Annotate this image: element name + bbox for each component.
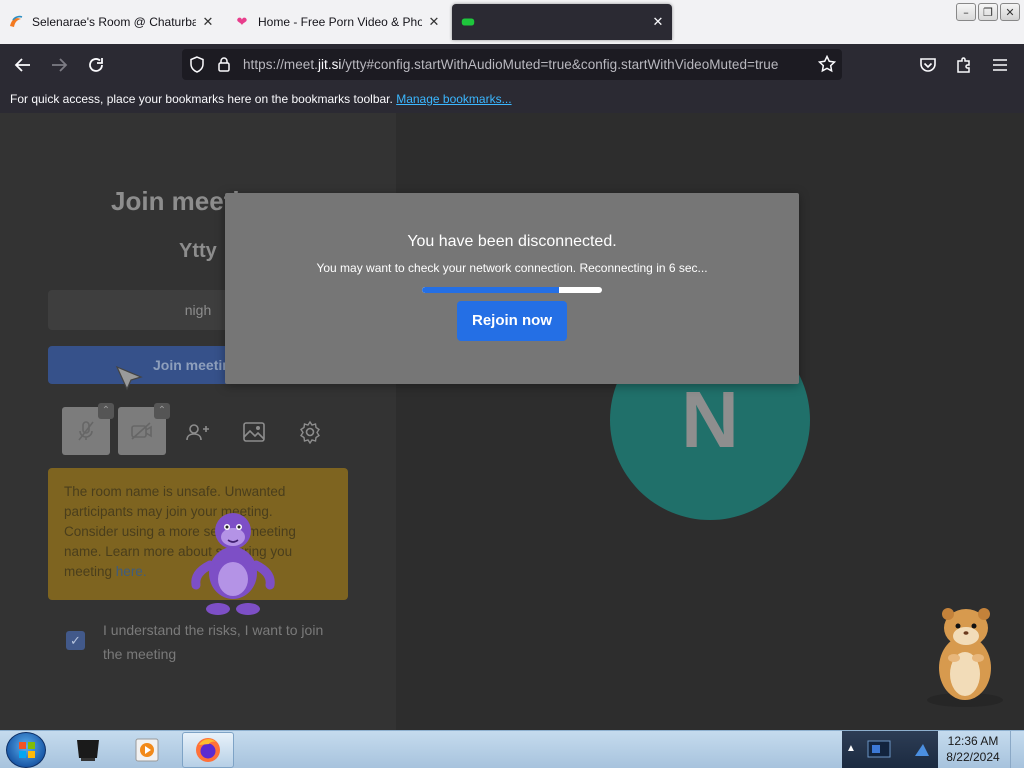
network-icon[interactable]	[912, 741, 932, 764]
taskbar-clock[interactable]: 12:36 AM 8/22/2024	[938, 733, 1008, 765]
close-tab-icon[interactable]: ✕	[200, 14, 216, 30]
minimize-button[interactable]: –	[956, 3, 976, 21]
warning-line: The room name is unsafe. Unwanted	[64, 484, 286, 499]
dialog-title: You have been disconnected.	[407, 233, 617, 250]
disconnected-dialog: You have been disconnected. You may want…	[225, 193, 799, 384]
room-name: Ytty	[179, 240, 217, 262]
close-tab-icon[interactable]: ✕	[650, 14, 666, 30]
restore-button[interactable]: ❐	[978, 3, 998, 21]
tab-title: Home - Free Porn Video & Photos	[258, 15, 422, 29]
manage-bookmarks-link[interactable]: Manage bookmarks...	[396, 92, 511, 106]
screen: Selenarae's Room @ Chaturbate ✕ ❤ Home -…	[0, 0, 1024, 768]
close-window-button[interactable]: ✕	[1000, 3, 1020, 21]
windows-logo-icon	[19, 742, 35, 758]
hamburger-icon	[993, 59, 1007, 71]
tab-chaturbate[interactable]: Selenarae's Room @ Chaturbate ✕	[0, 0, 222, 44]
window-controls: – ❐ ✕	[956, 3, 1020, 21]
learn-more-link[interactable]: here.	[116, 564, 147, 579]
reload-icon	[89, 58, 103, 72]
media-player-icon	[135, 738, 159, 762]
bookmarks-hint: For quick access, place your bookmarks h…	[10, 92, 393, 106]
star-bookmark-icon[interactable]	[817, 54, 837, 78]
background-button[interactable]	[241, 419, 267, 445]
back-arrow-icon	[14, 58, 30, 72]
hamster-mascot-icon	[920, 604, 1010, 713]
windows-taskbar: ▲ 12:36 AM 8/22/2024	[0, 730, 1024, 768]
extensions-button[interactable]	[951, 52, 977, 78]
add-person-icon	[186, 424, 209, 441]
shield-icon[interactable]	[189, 56, 205, 78]
show-desktop-button[interactable]	[1010, 731, 1024, 768]
clock-date: 8/22/2024	[946, 750, 1000, 764]
mouse-pointer-icon	[115, 365, 143, 396]
lock-icon[interactable]	[217, 56, 231, 78]
back-button[interactable]	[10, 52, 36, 78]
reconnect-progress-bar	[422, 287, 602, 293]
clock-time: 12:36 AM	[947, 734, 999, 748]
start-button[interactable]	[6, 732, 46, 768]
tab-home[interactable]: ❤ Home - Free Porn Video & Photos ✕	[226, 0, 448, 44]
purple-gorilla-mascot-icon	[188, 505, 278, 624]
pocket-icon	[920, 58, 936, 72]
invite-button[interactable]	[185, 419, 211, 445]
tray-expand-icon[interactable]: ▲	[846, 743, 856, 754]
navigation-toolbar: https://meet.jit.si/ytty#config.startWit…	[0, 44, 1024, 85]
url-text[interactable]: https://meet.jit.si/ytty#config.startWit…	[243, 57, 778, 72]
forward-arrow-icon	[52, 58, 68, 72]
settings-button[interactable]	[297, 419, 323, 445]
taskbar-app-firefox[interactable]	[182, 732, 234, 768]
forward-button[interactable]	[46, 52, 72, 78]
rejoin-now-button[interactable]: Rejoin now	[457, 301, 567, 341]
menu-button[interactable]	[987, 52, 1013, 78]
bookmarks-toolbar: For quick access, place your bookmarks h…	[0, 85, 1024, 113]
camera-button[interactable]: ⌃	[118, 403, 170, 455]
reload-button[interactable]	[83, 52, 109, 78]
image-icon	[243, 422, 265, 442]
dialog-message: You may want to check your network conne…	[316, 261, 708, 275]
taskbar-app-media-player[interactable]	[122, 732, 174, 768]
avatar-initial: N	[681, 375, 739, 464]
firefox-icon	[196, 738, 220, 762]
chaturbate-favicon-icon	[8, 14, 24, 30]
chevron-icon[interactable]: ⌃	[98, 403, 114, 419]
tab-title: Selenarae's Room @ Chaturbate	[32, 15, 196, 29]
progress-fill	[422, 287, 559, 293]
gear-icon	[300, 420, 320, 444]
microphone-muted-icon	[78, 421, 94, 441]
heart-favicon-icon: ❤	[236, 14, 248, 29]
puzzle-icon	[957, 57, 970, 73]
monitor-icon	[77, 740, 99, 761]
system-tray: ▲	[842, 731, 938, 768]
tab-jitsi-active[interactable]: ✕	[452, 4, 672, 40]
tray-app-icon[interactable]	[864, 737, 894, 768]
consent-label: I understand the risks, I want to join t…	[103, 622, 324, 662]
microphone-button[interactable]: ⌃	[62, 403, 114, 455]
camera-muted-icon	[131, 422, 152, 440]
consent-checkbox[interactable]: ✓	[66, 631, 85, 650]
chevron-icon[interactable]: ⌃	[154, 403, 170, 419]
pocket-button[interactable]	[915, 52, 941, 78]
jitsi-favicon-icon	[460, 14, 476, 30]
close-tab-icon[interactable]: ✕	[426, 14, 442, 30]
taskbar-app-monitor[interactable]	[62, 732, 114, 768]
address-bar[interactable]: https://meet.jit.si/ytty#config.startWit…	[182, 49, 842, 80]
tab-strip: Selenarae's Room @ Chaturbate ✕ ❤ Home -…	[0, 0, 1024, 44]
